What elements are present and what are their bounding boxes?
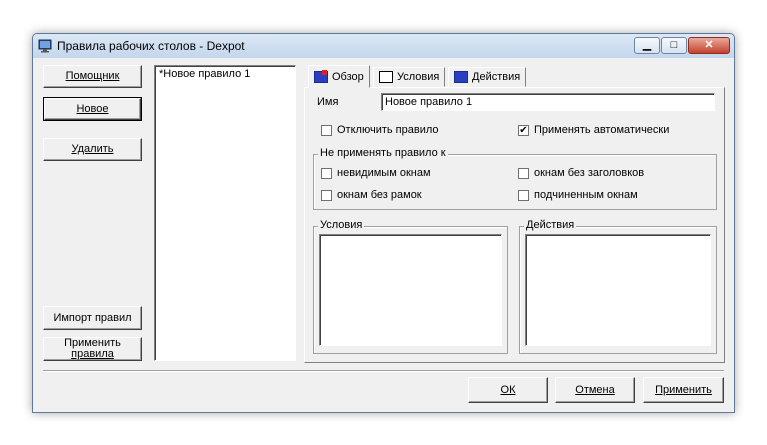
- no-border-checkbox[interactable]: [321, 190, 332, 201]
- tab-conditions[interactable]: Условия: [373, 67, 446, 87]
- delete-button[interactable]: Удалить: [43, 138, 142, 161]
- apply-auto-checkbox[interactable]: ✔: [518, 125, 529, 136]
- actions-group-label: Действия: [524, 219, 577, 231]
- tab-conditions-label: Условия: [397, 71, 440, 83]
- invisible-windows-label: невидимым окнам: [337, 167, 431, 179]
- delete-label: Удалить: [71, 143, 114, 155]
- ok-label: ОК: [500, 383, 516, 396]
- disable-rule-checkbox[interactable]: [321, 125, 332, 136]
- maximize-icon: □: [670, 39, 678, 51]
- close-icon: ✕: [704, 39, 714, 51]
- cancel-button[interactable]: Отмена: [555, 377, 635, 403]
- apply-rules-button[interactable]: Применить правила: [43, 337, 142, 361]
- import-rules-button[interactable]: Импорт правил: [43, 306, 142, 330]
- minimize-button[interactable]: ▁: [634, 37, 660, 54]
- no-title-label: окнам без заголовков: [534, 167, 645, 179]
- name-input[interactable]: Новое правило 1: [381, 93, 715, 111]
- window-title: Правила рабочих столов - Dexpot: [57, 39, 245, 53]
- assistant-label: Помощник: [65, 70, 120, 82]
- overview-icon: [314, 69, 328, 83]
- overview-panel: Имя Новое правило 1 Отключить правило ✔ …: [304, 87, 725, 363]
- tab-actions[interactable]: Действия: [448, 67, 527, 87]
- ok-button[interactable]: ОК: [468, 377, 548, 403]
- title-bar[interactable]: Правила рабочих столов - Dexpot ▁ □ ✕: [33, 34, 734, 58]
- tab-overview[interactable]: Обзор: [308, 65, 370, 88]
- monitor-icon: [38, 39, 52, 53]
- conditions-icon: [379, 71, 393, 83]
- tab-overview-label: Обзор: [332, 70, 364, 83]
- apply-auto-label: Применять автоматически: [534, 124, 670, 136]
- no-title-checkbox[interactable]: [518, 168, 529, 179]
- tab-container: Обзор Условия Действия Имя Новое правило…: [304, 65, 725, 363]
- disable-rule-label: Отключить правило: [337, 124, 439, 136]
- conditions-list[interactable]: [319, 234, 502, 346]
- rules-window: Правила рабочих столов - Dexpot ▁ □ ✕ По…: [32, 33, 735, 413]
- exclude-group: [313, 154, 717, 210]
- cancel-label: Отмена: [575, 383, 615, 396]
- apply-button[interactable]: Применить: [643, 377, 724, 403]
- invisible-windows-checkbox[interactable]: [321, 168, 332, 179]
- assistant-button[interactable]: Помощник: [43, 65, 142, 88]
- import-label: Импорт правил: [53, 311, 132, 324]
- rules-list[interactable]: *Новое правило 1: [154, 65, 296, 361]
- maximize-button[interactable]: □: [661, 37, 687, 54]
- exclude-group-label: Не применять правило к: [318, 147, 448, 159]
- apply-rules-label-2: правила: [71, 348, 114, 360]
- child-windows-label: подчиненным окнам: [534, 189, 638, 201]
- actions-icon: [454, 71, 468, 83]
- name-label: Имя: [317, 96, 339, 108]
- separator: [43, 370, 724, 372]
- actions-list[interactable]: [525, 234, 711, 346]
- list-item[interactable]: *Новое правило 1: [155, 66, 295, 82]
- tab-actions-label: Действия: [472, 71, 521, 83]
- no-border-label: окнам без рамок: [337, 189, 422, 201]
- minimize-icon: ▁: [642, 39, 652, 51]
- apply-label: Применить: [655, 383, 712, 396]
- new-label: Новое: [76, 102, 109, 115]
- new-rule-button[interactable]: Новое: [43, 97, 142, 121]
- conditions-group-label: Условия: [318, 219, 365, 231]
- close-button[interactable]: ✕: [688, 37, 730, 54]
- child-windows-checkbox[interactable]: [518, 190, 529, 201]
